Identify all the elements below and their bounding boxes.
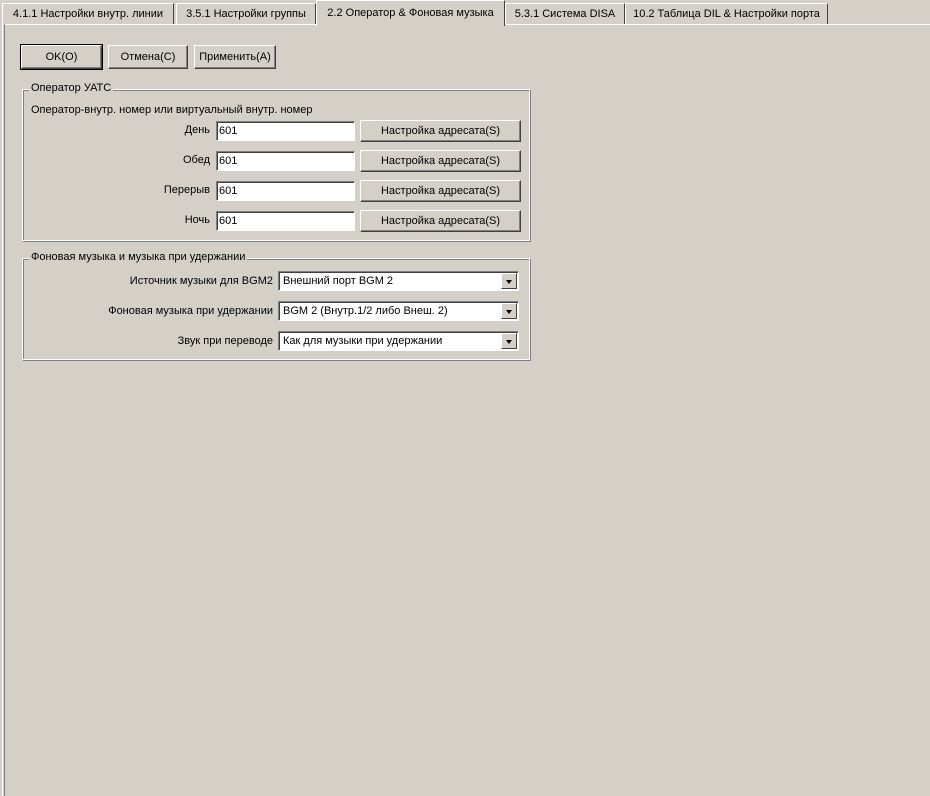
- chevron-down-icon[interactable]: [501, 303, 517, 319]
- night-label: Ночь: [184, 214, 210, 226]
- transfer-sound-select[interactable]: Как для музыки при удержании: [278, 331, 519, 351]
- hold-music-label: Фоновая музыка при удержании: [108, 305, 273, 317]
- chevron-down-icon[interactable]: [501, 273, 517, 289]
- bgm2-source-label: Источник музыки для BGM2: [129, 275, 273, 287]
- day-destination-button[interactable]: Настройка адресата(S): [360, 120, 521, 142]
- hold-music-value: BGM 2 (Внутр.1/2 либо Внеш. 2): [283, 305, 448, 317]
- operator-group-title: Оператор УАТС: [29, 82, 114, 94]
- day-label: День: [184, 124, 210, 136]
- night-extension-field[interactable]: 601: [216, 211, 355, 231]
- day-extension-field[interactable]: 601: [216, 121, 355, 141]
- bgm2-source-select[interactable]: Внешний порт BGM 2: [278, 271, 519, 291]
- ok-button[interactable]: OK(O): [20, 44, 103, 70]
- lunch-extension-field[interactable]: 601: [216, 151, 355, 171]
- operator-subtitle: Оператор-внутр. номер или виртуальный вн…: [31, 104, 313, 116]
- transfer-sound-label: Звук при переводе: [177, 335, 273, 347]
- lunch-label: Обед: [182, 154, 210, 166]
- night-destination-button[interactable]: Настройка адресата(S): [360, 210, 521, 232]
- cancel-button[interactable]: Отмена(C): [108, 45, 188, 69]
- apply-button[interactable]: Применить(A): [194, 45, 276, 69]
- music-group-title: Фоновая музыка и музыка при удержании: [29, 251, 248, 263]
- break-label: Перерыв: [163, 184, 210, 196]
- dialog-content: OK(O) Отмена(C) Применить(A) Оператор УА…: [0, 0, 930, 796]
- bgm2-source-value: Внешний порт BGM 2: [283, 275, 394, 287]
- lunch-destination-button[interactable]: Настройка адресата(S): [360, 150, 521, 172]
- chevron-down-icon[interactable]: [501, 333, 517, 349]
- break-destination-button[interactable]: Настройка адресата(S): [360, 180, 521, 202]
- transfer-sound-value: Как для музыки при удержании: [283, 335, 443, 347]
- hold-music-select[interactable]: BGM 2 (Внутр.1/2 либо Внеш. 2): [278, 301, 519, 321]
- break-extension-field[interactable]: 601: [216, 181, 355, 201]
